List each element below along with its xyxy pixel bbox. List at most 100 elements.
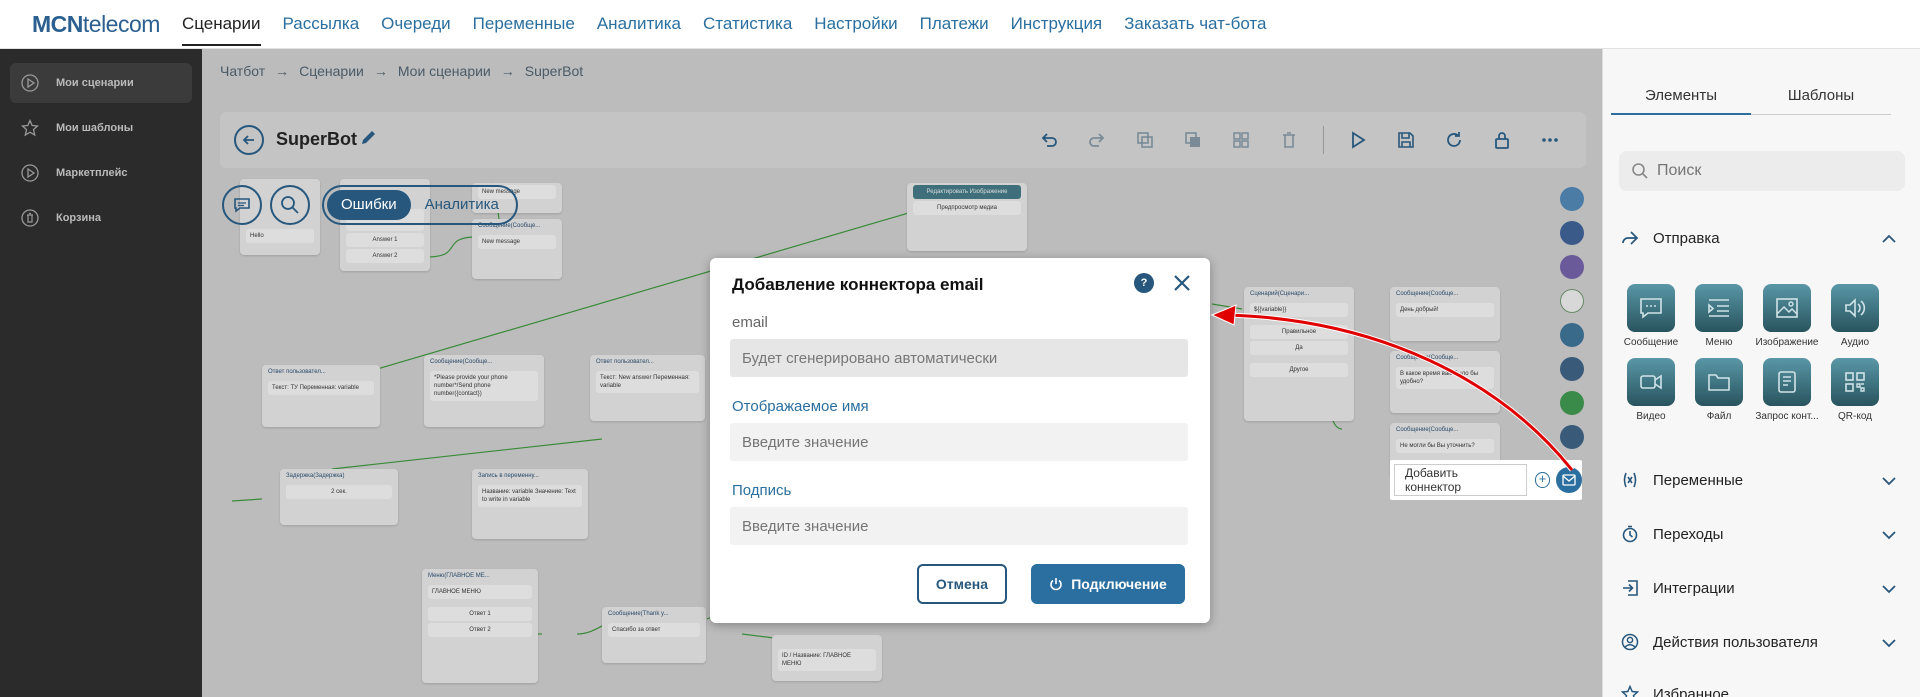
display-name-input[interactable]	[730, 423, 1188, 461]
toggle-analytics[interactable]: Аналитика	[411, 190, 513, 220]
node-text: Спасибо за ответ	[608, 623, 700, 637]
search-icon	[1632, 163, 1648, 179]
element-message[interactable]: Сообщение	[1624, 284, 1678, 348]
section-integrations[interactable]: Интеграции	[1621, 573, 1907, 603]
send-icon	[1621, 230, 1643, 246]
star-icon	[18, 116, 42, 140]
nav-variables[interactable]: Переменные	[473, 2, 575, 46]
sidebar-item-trash[interactable]: Корзина	[10, 198, 192, 238]
node-header: Задержка(Задержка)	[286, 473, 345, 479]
flow-node[interactable]: Сообщение(Сообще... New message	[472, 219, 562, 279]
node-text: ID / Название: ГЛАВНОЕ МЕНЮ	[778, 649, 876, 671]
login-icon	[1621, 579, 1643, 597]
signature-input[interactable]	[730, 507, 1188, 545]
sidebar-item-marketplace[interactable]: Маркетплейс	[10, 153, 192, 193]
plus-icon[interactable]: +	[1534, 472, 1551, 488]
message-icon[interactable]	[1560, 425, 1584, 449]
flow-node[interactable]: Сценарий(Сценари... ${{variable}} Правил…	[1244, 287, 1354, 421]
search-icon	[281, 196, 299, 214]
email-connector-button[interactable]	[1556, 467, 1582, 493]
section-transitions[interactable]: Переходы	[1621, 519, 1907, 549]
chevron-down-icon	[1881, 527, 1897, 544]
telegram-icon[interactable]	[1560, 187, 1584, 211]
chat-icon[interactable]	[1560, 323, 1584, 347]
toggle-errors[interactable]: Ошибки	[327, 190, 411, 220]
node-header: Сообщение(Сообще...	[430, 359, 493, 365]
node-text: 2 сек.	[286, 485, 392, 499]
nav-analytics[interactable]: Аналитика	[597, 2, 681, 46]
section-label: Избранное	[1653, 685, 1730, 697]
add-connector-label[interactable]: Добавить коннектор	[1394, 464, 1527, 496]
node-header: Сообщение(Сообще...	[1396, 355, 1459, 361]
image-icon	[1763, 284, 1811, 332]
close-icon[interactable]	[1171, 272, 1193, 294]
comment-icon	[234, 198, 250, 213]
node-header: Сообщение(Сообще...	[1396, 291, 1459, 297]
viber-icon[interactable]	[1560, 255, 1584, 279]
sidebar-item-my-scenarios[interactable]: Мои сценарии	[10, 63, 192, 103]
cancel-button[interactable]: Отмена	[917, 564, 1007, 604]
nav-statistics[interactable]: Статистика	[703, 2, 792, 46]
nav-scenarios[interactable]: Сценарии	[181, 2, 261, 46]
element-menu[interactable]: Меню	[1695, 284, 1743, 348]
nav-settings[interactable]: Настройки	[814, 2, 897, 46]
search-button[interactable]	[270, 185, 310, 225]
whatsapp-icon[interactable]	[1560, 391, 1584, 415]
section-user-actions[interactable]: Действия пользователя	[1621, 627, 1907, 657]
node-text: Answer 1	[346, 233, 424, 247]
flow-node[interactable]: Ответ пользовател... Текст: ТУ Переменна…	[262, 365, 380, 427]
flow-node[interactable]: Сообщение(Thank y... Спасибо за ответ	[602, 607, 706, 663]
jivo-icon[interactable]	[1560, 289, 1584, 313]
element-audio[interactable]: Аудио	[1831, 284, 1879, 348]
flow-node[interactable]: Редактировать Изображение Предпросмотр м…	[907, 183, 1027, 251]
email-label: email	[732, 314, 768, 331]
nav-mailing[interactable]: Рассылка	[283, 2, 360, 46]
flow-node[interactable]: Запись в переменну... Название: variable…	[472, 469, 588, 539]
tab-templates[interactable]: Шаблоны	[1751, 87, 1891, 115]
section-send[interactable]: Отправка	[1621, 223, 1907, 253]
flow-node[interactable]: ID / Название: ГЛАВНОЕ МЕНЮ	[772, 635, 882, 681]
sidebar-item-label: Маркетплейс	[56, 167, 128, 179]
node-text: ГЛАВНОЕ МЕНЮ	[428, 585, 532, 599]
flow-node[interactable]: Задержка(Задержка) 2 сек.	[280, 469, 398, 525]
comment-button[interactable]	[222, 185, 262, 225]
chevron-up-icon	[1881, 231, 1897, 248]
nav-instructions[interactable]: Инструкция	[1011, 2, 1103, 46]
view-toggle: Ошибки Аналитика	[322, 185, 518, 225]
element-search	[1619, 151, 1905, 191]
add-connector-popup: Добавить коннектор +	[1390, 460, 1582, 500]
nav-queues[interactable]: Очереди	[381, 2, 451, 46]
element-video[interactable]: Видео	[1627, 358, 1675, 422]
sidebar-item-my-templates[interactable]: Мои шаблоны	[10, 108, 192, 148]
flow-node[interactable]: Сообщение(Сообще... *Please provide your…	[424, 355, 544, 427]
right-panel: Элементы Шаблоны Отправка Сообщение Меню…	[1602, 49, 1920, 697]
display-name-label: Отображаемое имя	[732, 398, 869, 415]
share-icon[interactable]	[1560, 357, 1584, 381]
flow-node[interactable]: Сообщение(Сообще... В какое время вам бы…	[1390, 351, 1500, 413]
node-header: Ответ пользовател...	[268, 369, 326, 375]
nav-order-chatbot[interactable]: Заказать чат-бота	[1124, 2, 1266, 46]
message-icon	[1627, 284, 1675, 332]
nav-payments[interactable]: Платежи	[920, 2, 989, 46]
element-qr-code[interactable]: QR-код	[1831, 358, 1879, 422]
top-navigation: MCNtelecom Сценарии Рассылка Очереди Пер…	[0, 0, 1920, 49]
section-variables[interactable]: Переменные	[1621, 465, 1907, 495]
search-input[interactable]	[1657, 162, 1887, 180]
section-label: Переходы	[1653, 525, 1724, 543]
user-icon	[1621, 633, 1643, 651]
element-label: Меню	[1705, 337, 1733, 348]
flow-node[interactable]: Ответ пользовател... Текст: New answer П…	[590, 355, 705, 421]
tab-elements[interactable]: Элементы	[1611, 87, 1751, 115]
section-label: Интеграции	[1653, 579, 1735, 597]
section-favorites[interactable]: Избранное	[1621, 679, 1907, 697]
connect-button[interactable]: Подключение	[1031, 564, 1185, 604]
sidebar-item-label: Мои сценарии	[56, 77, 134, 89]
element-contact-request[interactable]: Запрос конт...	[1755, 358, 1819, 422]
element-file[interactable]: Файл	[1695, 358, 1743, 422]
help-icon[interactable]: ?	[1134, 273, 1154, 293]
logo[interactable]: MCNtelecom	[32, 11, 160, 38]
vk-icon[interactable]	[1560, 221, 1584, 245]
flow-node[interactable]: Сообщение(Сообще... День добрый!	[1390, 287, 1500, 341]
flow-node[interactable]: Меню(ГЛАВНОЕ МЕ... ГЛАВНОЕ МЕНЮ Ответ 1 …	[422, 569, 538, 683]
element-image[interactable]: Изображение	[1756, 284, 1819, 348]
